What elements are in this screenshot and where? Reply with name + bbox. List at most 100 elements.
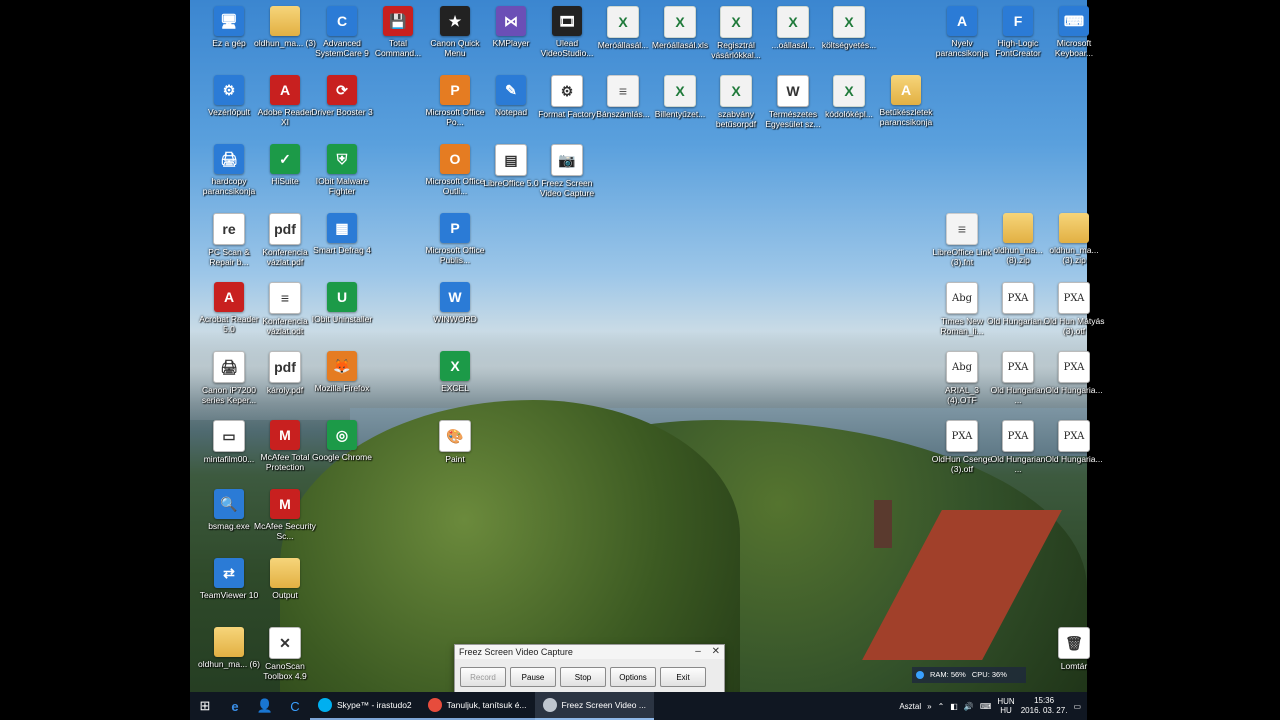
exit-button[interactable]: Exit	[660, 667, 706, 687]
desktop-icon[interactable]: ✕ CanoScan Toolbox 4.9	[254, 627, 316, 681]
desktop-icon[interactable]: re PC Scan & Repair b...	[198, 213, 260, 267]
desktop-icon[interactable]: oldhun_ma... (8).zip	[987, 213, 1049, 265]
taskbar-app[interactable]: Skype™ - irastudo2	[310, 692, 420, 720]
zip-folder-icon	[1059, 213, 1089, 243]
desktop-icon[interactable]: F High-Logic FontCreator	[987, 6, 1049, 58]
desktop-icon-label: WINWORD	[433, 314, 477, 324]
desktop-icon[interactable]: oldhun_ma... (3).zip	[1043, 213, 1105, 265]
desktop-icon[interactable]: A Acrobat Reader 5.0	[198, 282, 260, 334]
desktop-icon[interactable]: PXA Old Hungarian...	[987, 282, 1049, 326]
desktop-icon[interactable]: ⋈ KMPlayer	[480, 6, 542, 48]
systemcare-icon: C	[290, 698, 300, 714]
capture-window-titlebar[interactable]: Freez Screen Video Capture – ✕	[455, 645, 724, 659]
desktop-icon[interactable]: PXA Old Hun Mátyás (3).otf	[1043, 282, 1105, 336]
desktop-icon[interactable]: ▭ mintafilm00...	[198, 420, 260, 464]
desktop-icon[interactable]: O Microsoft Office Outli...	[424, 144, 486, 196]
desktop-icon[interactable]: M McAfee Total Protection	[254, 420, 316, 472]
desktop-icon[interactable]: U IObit Uninstaller	[311, 282, 373, 324]
desktop-icon[interactable]: C Advanced SystemCare 9	[311, 6, 373, 58]
desktop-icon[interactable]: X Meróállasál...	[592, 6, 654, 50]
desktop-icon[interactable]: P Microsoft Office Po...	[424, 75, 486, 127]
minimize-icon[interactable]: –	[695, 646, 701, 657]
desktop-icon[interactable]: pdf Konferencia vázlat.pdf	[254, 213, 316, 267]
taskbar-app[interactable]: Tanuljuk, tanítsuk é...	[419, 692, 535, 720]
chevron-up-icon[interactable]: ⌃	[938, 702, 945, 711]
desktop-icon[interactable]: X Billentyűzet...	[649, 75, 711, 119]
desktop-icon[interactable]: ✓ HiSuite	[254, 144, 316, 186]
excel-file-icon: X	[720, 6, 752, 38]
notifications-icon[interactable]: ▭	[1073, 702, 1081, 711]
desktop-icon[interactable]: X Meróállasál.xls	[649, 6, 711, 50]
desktop-icon[interactable]: ⇄ TeamViewer 10	[198, 558, 260, 600]
desktop-icon[interactable]: pdf károly.pdf	[254, 351, 316, 395]
desktop-icon[interactable]: PXA Old Hungarian ...	[987, 420, 1049, 474]
desktop-icon[interactable]: 📷 Freez Screen Video Capture	[536, 144, 598, 198]
clock[interactable]: 15:36 2016. 03. 27.	[1021, 696, 1068, 716]
desktop-icon[interactable]: 🖥 Ez a gép	[198, 6, 260, 48]
desktop-icon-label: Ulead VideoStudio...	[540, 38, 594, 58]
taskbar-app[interactable]: Freez Screen Video ...	[534, 692, 654, 720]
capture-window[interactable]: Freez Screen Video Capture – ✕ Record Pa…	[454, 644, 725, 694]
language-indicator[interactable]: HUN HU	[997, 697, 1014, 715]
desktop-icon[interactable]: ≡ Konferencia vázlat.odt	[254, 282, 316, 336]
desktop-icon[interactable]: Xszabvány betűsorpdf	[705, 75, 767, 129]
desktop-icon[interactable]: W Természetes Egyesület sz...	[762, 75, 824, 129]
desktop-icon[interactable]: 🎞 Ulead VideoStudio...	[536, 6, 598, 58]
desktop-icon[interactable]: ★ Canon Quick Menu	[424, 6, 486, 58]
taskbar-pin-3[interactable]: C	[280, 692, 310, 720]
desktop-icon[interactable]: oldhun_ma... (3)	[254, 6, 316, 48]
desktop-icon[interactable]: W WINWORD	[424, 282, 486, 324]
resource-monitor[interactable]: RAM: 56% CPU: 36%	[912, 667, 1026, 683]
desktop-icon[interactable]: X ...oállasál...	[762, 6, 824, 50]
desktop-icon[interactable]: 🔍 bsmag.exe	[198, 489, 260, 531]
desktop-icon[interactable]: ⚙ Format Factory	[536, 75, 598, 119]
desktop-icon[interactable]: ⚙ Vezérlőpult	[198, 75, 260, 117]
desktop-icon[interactable]: Abg ARIAL_3 (4).OTF	[931, 351, 993, 405]
desktop-icon[interactable]: ⛨ IObit Malware Fighter	[311, 144, 373, 196]
desktop-icon[interactable]: Output	[254, 558, 316, 600]
desktop-icon[interactable]: PXA Old Hungaria...	[1043, 420, 1105, 464]
taskbar-pin-2[interactable]: 👤	[250, 692, 280, 720]
desktop-icon[interactable]: Xköltségvetés...	[818, 6, 880, 50]
desktop-icon[interactable]: 🖨 hardcopy parancsikonja	[198, 144, 260, 196]
record-button[interactable]: Record	[460, 667, 506, 687]
stop-button[interactable]: Stop	[560, 667, 606, 687]
desktop-icon[interactable]: X EXCEL	[424, 351, 486, 393]
desktop-icon[interactable]: ⟳ Driver Booster 3	[311, 75, 373, 117]
desktop-icon[interactable]: Abg Times New Roman_li...	[931, 282, 993, 336]
close-icon[interactable]: ✕	[712, 646, 720, 657]
desktop-icon[interactable]: ≡ LibreOffice Link (3).fnt	[931, 213, 993, 267]
desktop-icon[interactable]: ◎ Google Chrome	[311, 420, 373, 462]
desktop-toolbar-label[interactable]: Asztal	[899, 702, 921, 711]
desktop-icon[interactable]: Xkódolóképl...	[818, 75, 880, 119]
desktop-icon[interactable]: PXA Old Hungarian ...	[987, 351, 1049, 405]
desktop-icon[interactable]: A Betűkészletek parancsikonja	[875, 75, 937, 127]
desktop-icon[interactable]: A Adobe Reader XI	[254, 75, 316, 127]
desktop-icon[interactable]: 🗑 Lomtár	[1043, 627, 1105, 671]
desktop-icon[interactable]: ▦ Smart Defrag 4	[311, 213, 373, 255]
desktop-icon[interactable]: oldhun_ma... (6)	[198, 627, 260, 669]
desktop-icon[interactable]: M McAfee Security Sc...	[254, 489, 316, 541]
network-icon[interactable]: ◧	[950, 702, 958, 711]
desktop-icon[interactable]: PXA OldHun Csenge (3).otf	[931, 420, 993, 474]
desktop-icon[interactable]: PXA Old Hungaria...	[1043, 351, 1105, 395]
desktop-icon[interactable]: 💾 Total Command...	[367, 6, 429, 58]
malware-fighter-icon: ⛨	[327, 144, 357, 174]
keyboard-icon[interactable]: ⌨	[980, 702, 992, 711]
desktop-icon[interactable]: P Microsoft Office Publis...	[424, 213, 486, 265]
volume-icon[interactable]: 🔊	[964, 702, 974, 711]
desktop-icon[interactable]: ✎ Notepad	[480, 75, 542, 117]
desktop-icon[interactable]: X Regisztrál vásárlókkal...	[705, 6, 767, 60]
start-button[interactable]: ⊞	[190, 692, 220, 720]
desktop-icon[interactable]: ▤ LibreOffice 5.0	[480, 144, 542, 188]
pause-button[interactable]: Pause	[510, 667, 556, 687]
desktop-icon[interactable]: 🎨 Paint	[424, 420, 486, 464]
desktop-icon[interactable]: ⌨ Microsoft Keyboar...	[1043, 6, 1105, 58]
desktop-icon[interactable]: 🦊 Mozilla Firefox	[311, 351, 373, 393]
edge-button[interactable]: e	[220, 692, 250, 720]
desktop-icon[interactable]: 🖨 Canon iP7200 series Keper...	[198, 351, 260, 405]
desktop-icon[interactable]: ≡ Bánszámlás...	[592, 75, 654, 119]
options-button[interactable]: Options	[610, 667, 656, 687]
chevron-right-icon[interactable]: »	[927, 702, 931, 711]
desktop-icon[interactable]: A Nyelv parancsikonja	[931, 6, 993, 58]
